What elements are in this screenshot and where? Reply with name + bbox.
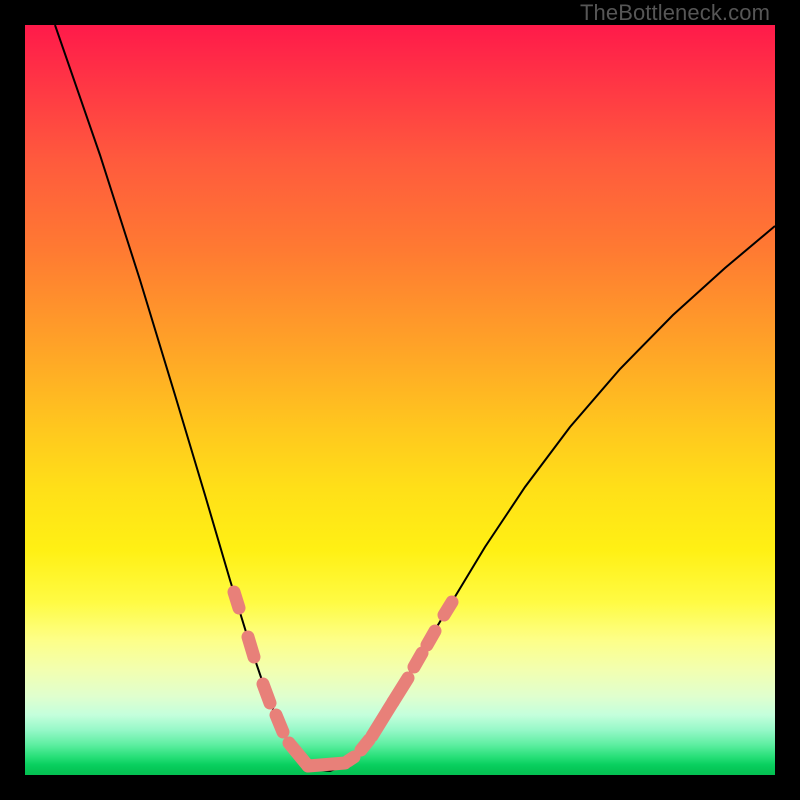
gradient-background (25, 25, 775, 775)
chart-frame (25, 25, 775, 775)
watermark-text: TheBottleneck.com (580, 0, 770, 26)
